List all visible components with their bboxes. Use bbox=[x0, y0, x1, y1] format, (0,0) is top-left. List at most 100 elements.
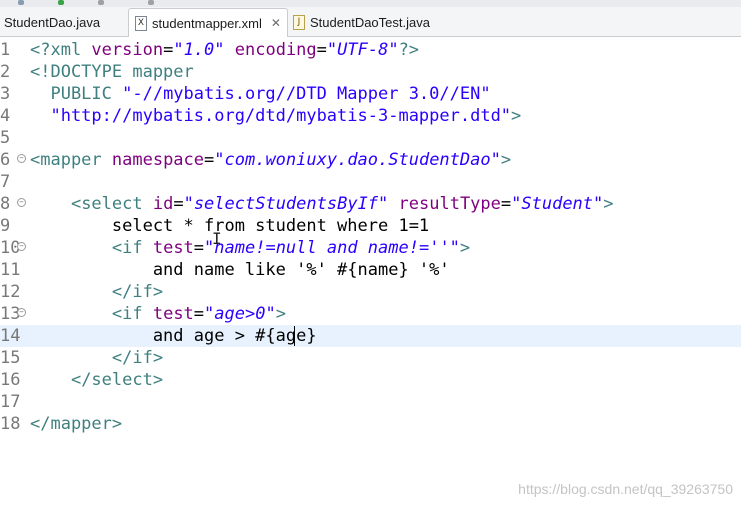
fold-toggle-icon[interactable]: − bbox=[17, 198, 26, 207]
line-number: 17 bbox=[0, 392, 21, 412]
code-token: = bbox=[204, 150, 215, 170]
code-line[interactable]: 13− <if test="age>0"> bbox=[0, 303, 741, 325]
code-token: <select bbox=[70, 194, 153, 214]
code-text: "http://mybatis.org/dtd/mybatis-3-mapper… bbox=[30, 105, 521, 127]
code-token: <if bbox=[111, 304, 153, 324]
tab-studentmapper-xml[interactable]: X studentmapper.xml ✕ bbox=[128, 8, 288, 37]
code-line[interactable]: 15 </if> bbox=[0, 347, 741, 369]
code-line[interactable]: 5 bbox=[0, 127, 741, 149]
line-number: 1 bbox=[0, 40, 11, 60]
code-token: = bbox=[163, 40, 174, 60]
tab-studentdaotest-java[interactable]: J StudentDaoTest.java bbox=[291, 8, 441, 37]
code-token: encoding bbox=[234, 40, 317, 60]
line-number: 4 bbox=[0, 106, 11, 126]
code-token: </select> bbox=[70, 370, 164, 390]
code-token: "-//mybatis.org//DTD Mapper 3.0//EN" bbox=[122, 84, 491, 104]
line-number: 15 bbox=[0, 348, 21, 368]
code-text: and age > #{age} bbox=[30, 325, 317, 347]
xml-code-editor[interactable]: 1 <?xml version="1.0" encoding="UTF-8"?> 2… bbox=[0, 37, 741, 508]
code-text: </if> bbox=[30, 347, 163, 369]
code-line[interactable]: 6− <mapper namespace="com.woniuxy.dao.Stu… bbox=[0, 149, 741, 171]
code-token: > bbox=[500, 150, 512, 170]
tab-studentdao-java[interactable]: StudentDao.java bbox=[4, 8, 126, 37]
line-number: 12 bbox=[0, 282, 21, 302]
code-text: select * from student where 1=1 bbox=[30, 215, 429, 237]
code-line[interactable]: 4 "http://mybatis.org/dtd/mybatis-3-mapp… bbox=[0, 105, 741, 127]
line-number: 16 bbox=[0, 370, 21, 390]
code-line[interactable]: 9 select * from student where 1=1 bbox=[0, 215, 741, 237]
code-line[interactable]: 16 </select> bbox=[0, 369, 741, 391]
code-token: namespace bbox=[111, 150, 205, 170]
toolbar-icon[interactable] bbox=[98, 0, 104, 5]
code-token: <mapper bbox=[30, 150, 112, 170]
text-caret bbox=[294, 326, 295, 346]
line-number: 5 bbox=[0, 128, 11, 148]
code-line[interactable]: 1 <?xml version="1.0" encoding="UTF-8"?> bbox=[0, 39, 741, 61]
code-token: </if> bbox=[111, 348, 164, 368]
code-text: <if test="age>0"> bbox=[30, 303, 286, 325]
toolbar-icon[interactable] bbox=[148, 0, 154, 5]
code-token: test bbox=[152, 238, 194, 258]
toolbar-strip bbox=[0, 0, 741, 7]
code-token: </if> bbox=[111, 282, 164, 302]
code-text: <select id="selectStudentsByIf" resultTy… bbox=[30, 193, 614, 215]
code-line[interactable]: 14 and age > #{age} bbox=[0, 325, 741, 347]
code-token: = bbox=[500, 194, 512, 214]
fold-toggle-icon[interactable]: − bbox=[17, 154, 26, 163]
code-text: </if> bbox=[30, 281, 163, 303]
fold-toggle-icon[interactable]: − bbox=[17, 242, 26, 251]
code-line[interactable]: 18 </mapper> bbox=[0, 413, 741, 435]
code-token: PUBLIC bbox=[30, 84, 123, 104]
code-line[interactable]: 10− <if test="name!=null and name!=''"> bbox=[0, 237, 741, 259]
code-token: "name!=null and name!=''" bbox=[204, 238, 460, 258]
watermark: https://blog.csdn.net/qq_39263750 bbox=[518, 481, 733, 497]
code-token: </mapper> bbox=[30, 414, 123, 434]
code-text: PUBLIC "-//mybatis.org//DTD Mapper 3.0//… bbox=[30, 83, 491, 105]
code-token: "selectStudentsByIf" bbox=[183, 194, 389, 214]
code-line[interactable]: 12 </if> bbox=[0, 281, 741, 303]
code-token: and name like '%' #{name} '%' bbox=[30, 260, 450, 280]
code-token: <if bbox=[111, 238, 153, 258]
code-token: > bbox=[511, 106, 522, 126]
code-line[interactable]: 2 <!DOCTYPE mapper bbox=[0, 61, 741, 83]
code-token: select * from student where 1=1 bbox=[30, 216, 430, 236]
code-text: and name like '%' #{name} '%' bbox=[30, 259, 450, 281]
line-number: 18 bbox=[0, 414, 21, 434]
code-token: "com.woniuxy.dao.StudentDao" bbox=[214, 150, 501, 170]
code-token: ?> bbox=[398, 40, 420, 60]
code-token: version bbox=[91, 40, 164, 60]
code-token: "Student" bbox=[511, 194, 604, 214]
code-token: <!DOCTYPE mapper bbox=[30, 62, 194, 82]
java-file-icon: J bbox=[293, 15, 305, 30]
code-token: test bbox=[152, 304, 194, 324]
code-text: <?xml version="1.0" encoding="UTF-8"?> bbox=[30, 39, 419, 61]
code-line[interactable]: 17 bbox=[0, 391, 741, 413]
code-text: <!DOCTYPE mapper bbox=[30, 61, 194, 83]
code-token: = bbox=[193, 238, 205, 258]
code-token: = bbox=[173, 194, 184, 214]
tab-label: StudentDaoTest.java bbox=[310, 15, 430, 30]
code-token: = bbox=[193, 304, 205, 324]
code-token: resultType bbox=[398, 194, 501, 214]
line-number: 11 bbox=[0, 260, 21, 280]
editor-tab-bar: StudentDao.java X studentmapper.xml ✕ J … bbox=[0, 0, 741, 37]
fold-toggle-icon[interactable]: − bbox=[17, 308, 26, 317]
code-line[interactable]: 3 PUBLIC "-//mybatis.org//DTD Mapper 3.0… bbox=[0, 83, 741, 105]
code-line[interactable]: 11 and name like '%' #{name} '%' bbox=[0, 259, 741, 281]
code-text: </mapper> bbox=[30, 413, 122, 435]
code-token: > bbox=[459, 238, 471, 258]
toolbar-icon[interactable] bbox=[18, 0, 24, 5]
code-token: and age > #{age} bbox=[30, 326, 317, 346]
run-icon[interactable] bbox=[58, 0, 64, 5]
code-line[interactable]: 7 bbox=[0, 171, 741, 193]
close-icon[interactable]: ✕ bbox=[269, 16, 283, 30]
line-number: 14 bbox=[0, 326, 21, 346]
code-line[interactable]: 8− <select id="selectStudentsByIf" resul… bbox=[0, 193, 741, 215]
